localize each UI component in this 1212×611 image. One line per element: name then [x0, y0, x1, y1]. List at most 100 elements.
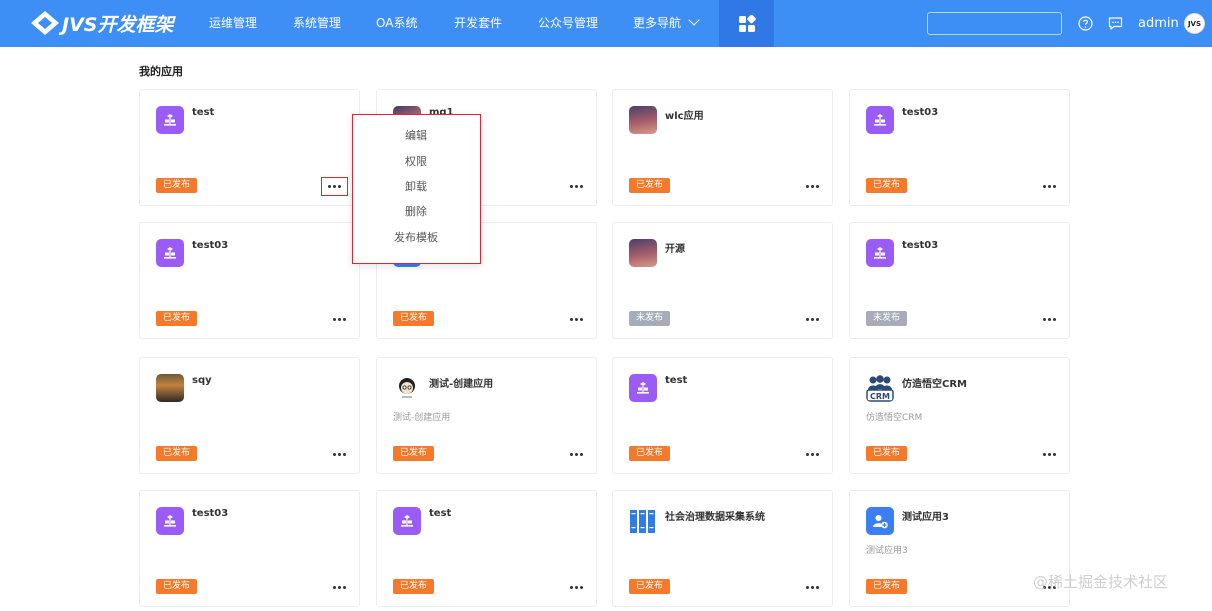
ellipsis-icon — [805, 585, 809, 589]
more-options-button[interactable] — [1037, 311, 1061, 327]
app-purple-icon — [866, 106, 894, 134]
nav-label: 系统管理 — [293, 16, 342, 30]
menu-item-edit[interactable]: 编辑 — [353, 126, 479, 146]
status-badge: 已发布 — [393, 446, 435, 461]
app-card[interactable]: test03 已发布 — [139, 490, 360, 607]
nav-item-official-account[interactable]: 公众号管理 — [538, 0, 598, 47]
menu-item-permission[interactable]: 权限 — [353, 152, 479, 172]
logo[interactable]: JVS开发框架 — [30, 9, 173, 37]
app-card[interactable]: wlc应用 已发布 — [612, 89, 833, 206]
ellipsis-icon — [805, 452, 809, 456]
app-card[interactable]: test 已发布 — [139, 89, 360, 206]
app-card[interactable]: test03 已发布 — [849, 89, 1070, 206]
nav-item-ops[interactable]: 运维管理 — [209, 0, 257, 47]
ellipsis-icon — [574, 585, 578, 589]
ellipsis-icon — [815, 585, 819, 589]
ellipsis-icon — [579, 317, 583, 321]
nav-item-oa[interactable]: OA系统 — [376, 0, 417, 47]
menu-item-publish-template[interactable]: 发布模板 — [353, 228, 479, 248]
app-name: test — [665, 375, 688, 386]
app-description: 仿造悟空CRM — [866, 413, 923, 423]
nav-label: 运维管理 — [209, 16, 258, 30]
more-options-button[interactable] — [1037, 178, 1061, 194]
status-badge: 已发布 — [156, 311, 198, 326]
app-description: 测试应用3 — [866, 546, 908, 556]
ellipsis-icon — [1042, 452, 1046, 456]
app-card[interactable]: 测试-创建应用 测试-创建应用 已发布 — [376, 357, 597, 474]
more-options-button[interactable] — [800, 311, 824, 327]
more-options-button[interactable] — [321, 177, 348, 196]
ellipsis-icon — [1052, 184, 1056, 188]
nav-item-system[interactable]: 系统管理 — [293, 0, 341, 47]
app-context-menu: 编辑 权限 卸载 删除 发布模板 — [352, 114, 481, 264]
ellipsis-icon — [569, 184, 573, 188]
more-options-button[interactable] — [800, 579, 824, 595]
app-purple-icon — [156, 106, 184, 134]
chevron-down-icon — [688, 14, 700, 26]
message-icon[interactable] — [1108, 16, 1123, 31]
crm-people-icon: CRM — [866, 374, 894, 402]
apps-grid-icon — [738, 14, 756, 32]
more-options-button[interactable] — [327, 579, 351, 595]
app-card[interactable]: CRM 仿造悟空CRM 仿造悟空CRM 已发布 — [849, 357, 1070, 474]
status-badge: 已发布 — [629, 579, 671, 594]
logo-icon — [31, 11, 59, 35]
more-options-button[interactable] — [327, 311, 351, 327]
ellipsis-icon — [342, 452, 346, 456]
more-options-button[interactable] — [564, 311, 588, 327]
avatar[interactable]: JVS — [1184, 13, 1205, 34]
svg-text:CRM: CRM — [870, 392, 890, 401]
image-thumbnail — [629, 239, 657, 267]
top-navigation-bar: JVS开发框架 运维管理 系统管理 OA系统 开发套件 公众号管理 更多导航 a… — [0, 0, 1212, 47]
status-badge: 已发布 — [156, 446, 198, 461]
app-purple-icon — [393, 507, 421, 535]
ellipsis-icon — [342, 317, 346, 321]
app-name: wlc应用 — [665, 111, 704, 122]
app-card[interactable]: 社会治理数据采集系统已发布 — [612, 490, 833, 607]
nav-label: 开发套件 — [454, 16, 503, 30]
app-name: 社会治理数据采集系统 — [665, 512, 765, 523]
user-add-icon — [866, 507, 894, 535]
search-input[interactable] — [927, 12, 1062, 35]
ellipsis-icon — [815, 452, 819, 456]
username[interactable]: admin — [1138, 0, 1179, 47]
status-badge: 已发布 — [866, 446, 908, 461]
nav-label: 公众号管理 — [538, 16, 599, 30]
more-options-button[interactable] — [564, 579, 588, 595]
ellipsis-icon — [810, 452, 814, 456]
app-card[interactable]: test03 已发布 — [139, 222, 360, 339]
more-options-button[interactable] — [1037, 446, 1061, 462]
ellipsis-icon — [810, 317, 814, 321]
ellipsis-icon — [574, 452, 578, 456]
menu-item-uninstall[interactable]: 卸载 — [353, 177, 479, 197]
ellipsis-icon — [338, 185, 341, 188]
nav-item-dev-suite[interactable]: 开发套件 — [454, 0, 502, 47]
app-card[interactable]: sqy 已发布 — [139, 357, 360, 474]
app-purple-icon — [629, 374, 657, 402]
app-card[interactable]: 开源 未发布 — [612, 222, 833, 339]
more-options-button[interactable] — [564, 446, 588, 462]
ellipsis-icon — [1047, 452, 1051, 456]
ellipsis-icon — [342, 585, 346, 589]
more-options-button[interactable] — [800, 178, 824, 194]
ellipsis-icon — [815, 317, 819, 321]
app-name: test03 — [192, 508, 229, 519]
more-options-button[interactable] — [564, 178, 588, 194]
more-options-button[interactable] — [327, 446, 351, 462]
app-card[interactable]: test 已发布 — [376, 490, 597, 607]
menu-item-delete[interactable]: 删除 — [353, 202, 479, 222]
status-badge: 已发布 — [156, 579, 198, 594]
ellipsis-icon — [805, 184, 809, 188]
app-card[interactable]: test03 未发布 — [849, 222, 1070, 339]
status-badge: 已发布 — [866, 579, 908, 594]
ellipsis-icon — [337, 585, 341, 589]
app-card[interactable]: test 已发布 — [612, 357, 833, 474]
nav-item-more[interactable]: 更多导航 — [633, 0, 700, 47]
ellipsis-icon — [569, 317, 573, 321]
more-options-button[interactable] — [800, 446, 824, 462]
app-description: 测试-创建应用 — [393, 413, 451, 423]
apps-grid-button[interactable] — [719, 0, 774, 47]
ellipsis-icon — [1047, 317, 1051, 321]
help-icon[interactable] — [1078, 16, 1093, 31]
status-badge: 已发布 — [629, 446, 671, 461]
